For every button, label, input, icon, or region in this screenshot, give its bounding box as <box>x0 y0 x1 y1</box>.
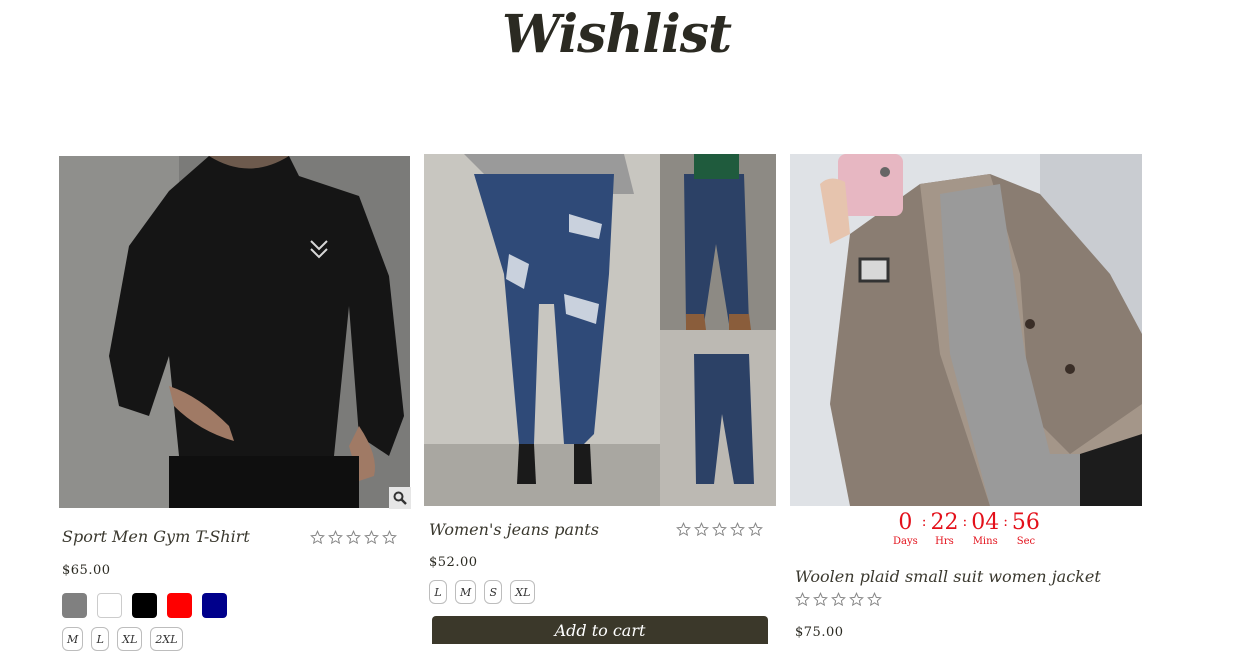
color-swatch-white[interactable] <box>97 593 122 618</box>
star-empty-icon <box>867 592 882 607</box>
size-option[interactable]: L <box>429 580 447 604</box>
product-price: $75.00 <box>795 625 844 640</box>
magnifier-icon <box>393 491 407 505</box>
product-name[interactable]: Woolen plaid small suit women jacket <box>795 567 1101 586</box>
countdown-separator: : <box>1003 514 1008 530</box>
jacket-photo <box>790 154 1142 506</box>
color-swatch-black[interactable] <box>132 593 157 618</box>
countdown-hours-value: 22 <box>930 510 959 535</box>
star-empty-icon <box>849 592 864 607</box>
size-option[interactable]: M <box>455 580 477 604</box>
size-options: M L XL 2XL <box>62 627 183 651</box>
star-empty-icon <box>795 592 810 607</box>
product-price: $65.00 <box>62 563 111 578</box>
sale-countdown: 0 Days : 22 Hrs : 04 Mins : 56 Sec <box>893 511 1040 549</box>
rating-stars <box>795 592 882 607</box>
star-empty-icon <box>694 522 709 537</box>
product-image-jacket[interactable] <box>790 154 1142 506</box>
add-to-cart-button[interactable]: Add to cart <box>432 616 768 644</box>
countdown-seconds-value: 56 <box>1011 510 1040 535</box>
color-swatch-gray[interactable] <box>62 593 87 618</box>
star-empty-icon <box>328 530 343 545</box>
countdown-minutes-value: 04 <box>971 510 1000 535</box>
star-empty-icon <box>382 530 397 545</box>
page-title: Wishlist <box>501 4 732 65</box>
color-swatch-red[interactable] <box>167 593 192 618</box>
star-empty-icon <box>346 530 361 545</box>
star-empty-icon <box>730 522 745 537</box>
size-option[interactable]: XL <box>510 580 536 604</box>
size-option[interactable]: L <box>91 627 110 651</box>
size-option[interactable]: M <box>62 627 84 651</box>
tshirt-photo <box>59 156 410 508</box>
product-name[interactable]: Women's jeans pants <box>429 520 599 539</box>
size-option[interactable]: S <box>484 580 503 604</box>
star-empty-icon <box>310 530 325 545</box>
countdown-days: 0 Days <box>893 511 918 549</box>
countdown-hours-label: Hrs <box>935 536 954 547</box>
size-option[interactable]: 2XL <box>150 627 183 651</box>
product-image-tshirt[interactable] <box>59 156 410 508</box>
size-options: L M S XL <box>429 580 536 604</box>
countdown-days-value: 0 <box>898 510 913 535</box>
countdown-seconds-label: Sec <box>1016 536 1036 547</box>
jeans-photo <box>424 154 776 506</box>
countdown-hours: 22 Hrs <box>930 511 958 549</box>
star-empty-icon <box>712 522 727 537</box>
countdown-separator: : <box>921 514 927 530</box>
size-option[interactable]: XL <box>117 627 143 651</box>
product-image-jeans[interactable] <box>424 154 776 506</box>
countdown-minutes-label: Mins <box>972 536 998 547</box>
countdown-days-label: Days <box>893 536 918 547</box>
product-name[interactable]: Sport Men Gym T-Shirt <box>62 527 250 546</box>
countdown-separator: : <box>962 514 968 530</box>
color-swatches <box>62 593 227 618</box>
star-empty-icon <box>748 522 763 537</box>
color-swatch-navy[interactable] <box>202 593 227 618</box>
star-empty-icon <box>831 592 846 607</box>
countdown-seconds: 56 Sec <box>1012 511 1040 549</box>
countdown-minutes: 04 Mins <box>971 511 999 549</box>
rating-stars <box>310 530 397 545</box>
rating-stars <box>676 522 763 537</box>
star-empty-icon <box>364 530 379 545</box>
product-price: $52.00 <box>429 555 478 570</box>
zoom-button[interactable] <box>389 487 411 509</box>
star-empty-icon <box>813 592 828 607</box>
star-empty-icon <box>676 522 691 537</box>
